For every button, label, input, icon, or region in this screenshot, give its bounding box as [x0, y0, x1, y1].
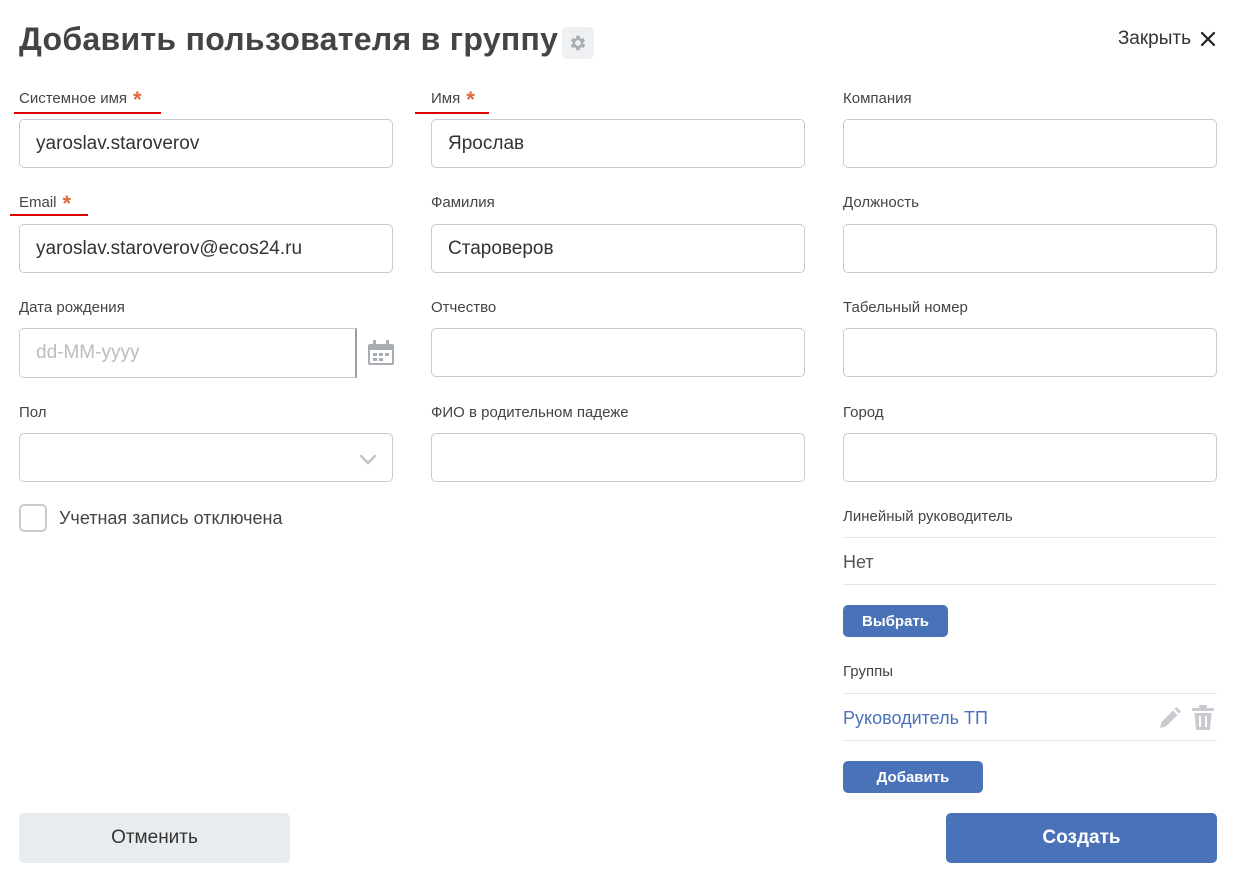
first-name-input[interactable]: Ярослав: [431, 119, 805, 168]
manager-divider-bottom: [843, 584, 1217, 585]
gender-label: Пол: [19, 404, 47, 421]
employee-number-label: Табельный номер: [843, 299, 968, 316]
account-disabled-checkbox[interactable]: [19, 504, 47, 532]
chevron-down-icon: [359, 454, 377, 465]
pencil-icon[interactable]: [1156, 706, 1182, 732]
manager-label: Линейный руководитель: [843, 508, 1013, 525]
close-button[interactable]: Закрыть: [1118, 28, 1216, 50]
manager-divider-top: [843, 537, 1217, 538]
last-name-input[interactable]: Староверов: [431, 224, 805, 273]
required-mark: *: [62, 191, 72, 216]
close-label: Закрыть: [1117, 28, 1191, 49]
company-input[interactable]: [843, 119, 1217, 168]
system-name-underline: [14, 112, 161, 114]
select-manager-button[interactable]: Выбрать: [843, 605, 948, 637]
email-underline: [10, 214, 88, 216]
first-name-label: Имя *: [431, 87, 475, 112]
account-disabled-label: Учетная запись отключена: [59, 508, 283, 528]
birth-date-label: Дата рождения: [19, 299, 125, 316]
middle-name-label: Отчество: [431, 299, 497, 316]
company-label: Компания: [843, 90, 912, 107]
birth-date-input[interactable]: dd-MM-yyyy: [19, 328, 357, 378]
middle-name-input[interactable]: [431, 328, 805, 377]
cancel-button[interactable]: Отменить: [19, 813, 290, 863]
create-button[interactable]: Создать: [946, 813, 1217, 863]
add-group-button[interactable]: Добавить: [843, 761, 983, 793]
trash-icon[interactable]: [1191, 705, 1215, 731]
position-label: Должность: [843, 194, 919, 211]
groups-divider-top: [843, 693, 1217, 694]
genitive-name-input[interactable]: [431, 433, 805, 482]
city-input[interactable]: [843, 433, 1217, 482]
groups-divider-bottom: [843, 740, 1217, 741]
genitive-name-label: ФИО в родительном падеже: [431, 404, 629, 421]
required-mark: *: [466, 87, 475, 112]
groups-label: Группы: [843, 663, 893, 680]
system-name-input[interactable]: yaroslav.staroverov: [19, 119, 393, 168]
settings-button[interactable]: [562, 27, 594, 59]
gender-select[interactable]: [19, 433, 393, 482]
employee-number-input[interactable]: [843, 328, 1217, 377]
required-mark: *: [133, 87, 142, 112]
manager-value: Нет: [843, 552, 874, 572]
close-icon: [1200, 31, 1216, 47]
calendar-icon[interactable]: [367, 340, 395, 366]
position-input[interactable]: [843, 224, 1217, 273]
gear-icon: [570, 35, 586, 51]
city-label: Город: [843, 404, 884, 421]
email-label: Email *: [19, 191, 72, 216]
system-name-label: Системное имя *: [19, 87, 142, 112]
last-name-label: Фамилия: [431, 194, 495, 211]
group-item-link[interactable]: Руководитель ТП: [843, 708, 988, 729]
first-name-underline: [415, 112, 489, 114]
page-title: Добавить пользователя в группу: [19, 21, 559, 57]
email-input[interactable]: yaroslav.staroverov@ecos24.ru: [19, 224, 393, 273]
